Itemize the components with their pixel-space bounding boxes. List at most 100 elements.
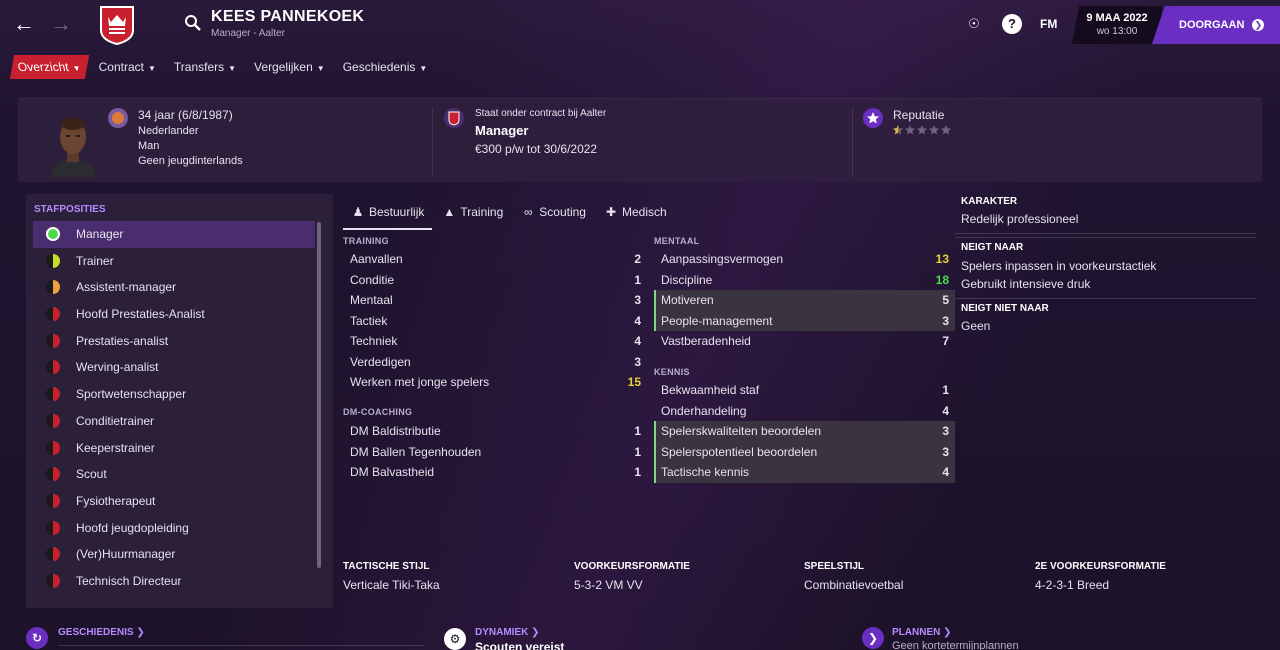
attribute-label: Mentaal — [350, 293, 393, 307]
attribute-row[interactable]: Verdedigen 3 — [343, 352, 647, 373]
attribute-row[interactable]: DM Balvastheid 1 — [343, 462, 647, 483]
manager-name: KEES PANNEKOEK — [211, 8, 365, 25]
attribute-value: 3 — [634, 354, 641, 369]
status-dot-icon — [46, 573, 60, 588]
gender: Man — [138, 140, 160, 152]
tab-contract[interactable]: Contract ▼ — [93, 55, 162, 79]
role: Manager — [475, 123, 529, 138]
attribute-row[interactable]: Discipline 18 — [654, 270, 955, 291]
tends-to-2: Gebruikt intensieve druk — [961, 277, 1091, 291]
help-icon[interactable]: ? — [1002, 14, 1022, 34]
attribute-row[interactable]: Mentaal 3 — [343, 290, 647, 311]
staff-item[interactable]: Technisch Directeur — [33, 568, 315, 595]
attribute-row[interactable]: Spelerspotentieel beoordelen 3 — [654, 441, 955, 462]
status-dot-icon — [46, 547, 60, 562]
tab-label: Training — [460, 205, 504, 219]
staff-item-label: Trainer — [76, 253, 114, 268]
attribute-label: Motiveren — [661, 293, 714, 307]
plans-label: PLANNEN — [892, 627, 941, 638]
playing-style-header: SPEELSTIJL — [804, 561, 865, 572]
attribute-row[interactable]: Conditie 1 — [343, 270, 647, 291]
formation-header: VOORKEURSFORMATIE — [574, 561, 690, 572]
forward-arrow-icon[interactable]: → — [49, 12, 73, 36]
staff-item-label: Keeperstrainer — [76, 440, 155, 455]
divider — [955, 233, 1256, 234]
club-crest-icon[interactable] — [96, 4, 138, 46]
attribute-row[interactable]: Aanvallen 2 — [343, 249, 647, 270]
staff-item[interactable]: Scout — [33, 461, 315, 488]
attribute-row[interactable]: Tactische kennis 4 — [654, 462, 955, 483]
tab-transfers[interactable]: Transfers ▼ — [168, 55, 242, 79]
staff-item[interactable]: Conditietrainer — [33, 408, 315, 435]
staff-item[interactable]: Assistent-manager — [33, 274, 315, 301]
staff-item[interactable]: Prestaties-analist — [33, 328, 315, 355]
attribute-row[interactable]: Spelerskwaliteiten beoordelen 3 — [654, 421, 955, 442]
attribute-row[interactable]: Techniek 4 — [343, 331, 647, 352]
tab-overzicht[interactable]: Overzicht ▼ — [9, 55, 89, 79]
staff-item-label: Conditietrainer — [76, 413, 155, 428]
staff-item[interactable]: Werving-analist — [33, 354, 315, 381]
attribute-row[interactable]: Onderhandeling 4 — [654, 401, 955, 422]
second-formation-header: 2E VOORKEURSFORMATIE — [1035, 561, 1166, 572]
divider — [955, 237, 1256, 238]
attribute-label: Bekwaamheid staf — [661, 383, 760, 397]
divider — [58, 645, 424, 646]
tab-bestuurlijk[interactable]: ♟ Bestuurlijk — [343, 200, 433, 230]
staff-item[interactable]: Fysiotherapeut — [33, 488, 315, 515]
staff-item-label: Scout — [76, 467, 107, 482]
attribute-value: 1 — [634, 465, 641, 479]
attribute-value: 3 — [942, 444, 949, 459]
attribute-label: Vastberadenheid — [661, 334, 751, 348]
character-header: KARAKTER — [961, 196, 1018, 207]
attribute-label: Techniek — [350, 334, 398, 348]
staff-item[interactable]: Hoofd Prestaties-Analist — [33, 301, 315, 328]
tab-training[interactable]: ▲ Training — [434, 200, 511, 230]
attribute-value: 2 — [634, 252, 641, 266]
back-arrow-icon[interactable]: ← — [12, 12, 36, 36]
attribute-row[interactable]: Bekwaamheid staf 1 — [654, 380, 955, 401]
staff-item[interactable]: Keeperstrainer — [33, 435, 315, 462]
staff-item[interactable]: Sportwetenschapper — [33, 381, 315, 408]
status-dot-icon — [46, 253, 60, 268]
dynamics-header[interactable]: DYNAMIEK ❯ — [475, 627, 540, 638]
attribute-row[interactable]: DM Baldistributie 1 — [343, 421, 647, 442]
attribute-value: 3 — [942, 424, 949, 438]
attribute-row[interactable]: Motiveren 5 — [654, 290, 955, 311]
tab-geschiedenis[interactable]: Geschiedenis ▼ — [337, 55, 434, 79]
attribute-row[interactable]: Werken met jonge spelers 15 — [343, 372, 647, 393]
staff-item[interactable]: (Ver)Huurmanager — [33, 541, 315, 568]
history-header[interactable]: GESCHIEDENIS ❯ — [58, 627, 145, 638]
tab-vergelijken[interactable]: Vergelijken ▼ — [248, 55, 331, 79]
continue-button[interactable]: DOORGAAN ❯ — [1152, 6, 1280, 44]
chevron-down-icon: ▼ — [419, 64, 428, 73]
staff-item[interactable]: Manager — [33, 221, 315, 248]
fm-menu-button[interactable]: FM — [1040, 17, 1057, 31]
attribute-row[interactable]: Aanpassingsvermogen 13 — [654, 249, 955, 270]
manager-portrait[interactable] — [46, 111, 100, 177]
attribute-label: DM Balvastheid — [350, 465, 435, 479]
chevron-down-icon: ▼ — [71, 64, 82, 73]
wage: €300 p/w tot 30/6/2022 — [475, 142, 598, 156]
dynamics-icon: ⚙ — [444, 628, 466, 650]
birthday-icon — [108, 108, 128, 128]
staff-item[interactable]: Hoofd jeugdopleiding — [33, 515, 315, 542]
tab-scouting[interactable]: ∞ Scouting — [513, 200, 594, 230]
staff-positions-panel: STAFPOSITIES Manager Trainer Assistent-man… — [26, 194, 333, 608]
attribute-value: 5 — [942, 293, 949, 307]
staff-scrollbar[interactable] — [317, 222, 321, 568]
reputation-label: Reputatie — [893, 108, 945, 122]
attribute-row[interactable]: Tactiek 4 — [343, 311, 647, 332]
attribute-row[interactable]: Vastberadenheid 7 — [654, 331, 955, 352]
status-dot-icon — [46, 280, 60, 295]
plans-header[interactable]: PLANNEN ❯ — [892, 627, 952, 638]
staff-item[interactable]: Trainer — [33, 248, 315, 275]
search-icon[interactable] — [184, 14, 202, 32]
section-header-mentaal: MENTAAL — [654, 236, 700, 246]
status-dot-icon — [46, 387, 60, 402]
tab-medisch[interactable]: ✚ Medisch — [596, 200, 675, 230]
attribute-row[interactable]: DM Ballen Tegenhouden 1 — [343, 442, 647, 463]
profile-banner: 34 jaar (6/8/1987) Nederlander Man Geen … — [18, 98, 1262, 182]
section-header-dm: DM-COACHING — [343, 407, 413, 417]
world-icon[interactable]: ☉ — [964, 14, 984, 34]
attribute-row[interactable]: People-management 3 — [654, 310, 955, 331]
